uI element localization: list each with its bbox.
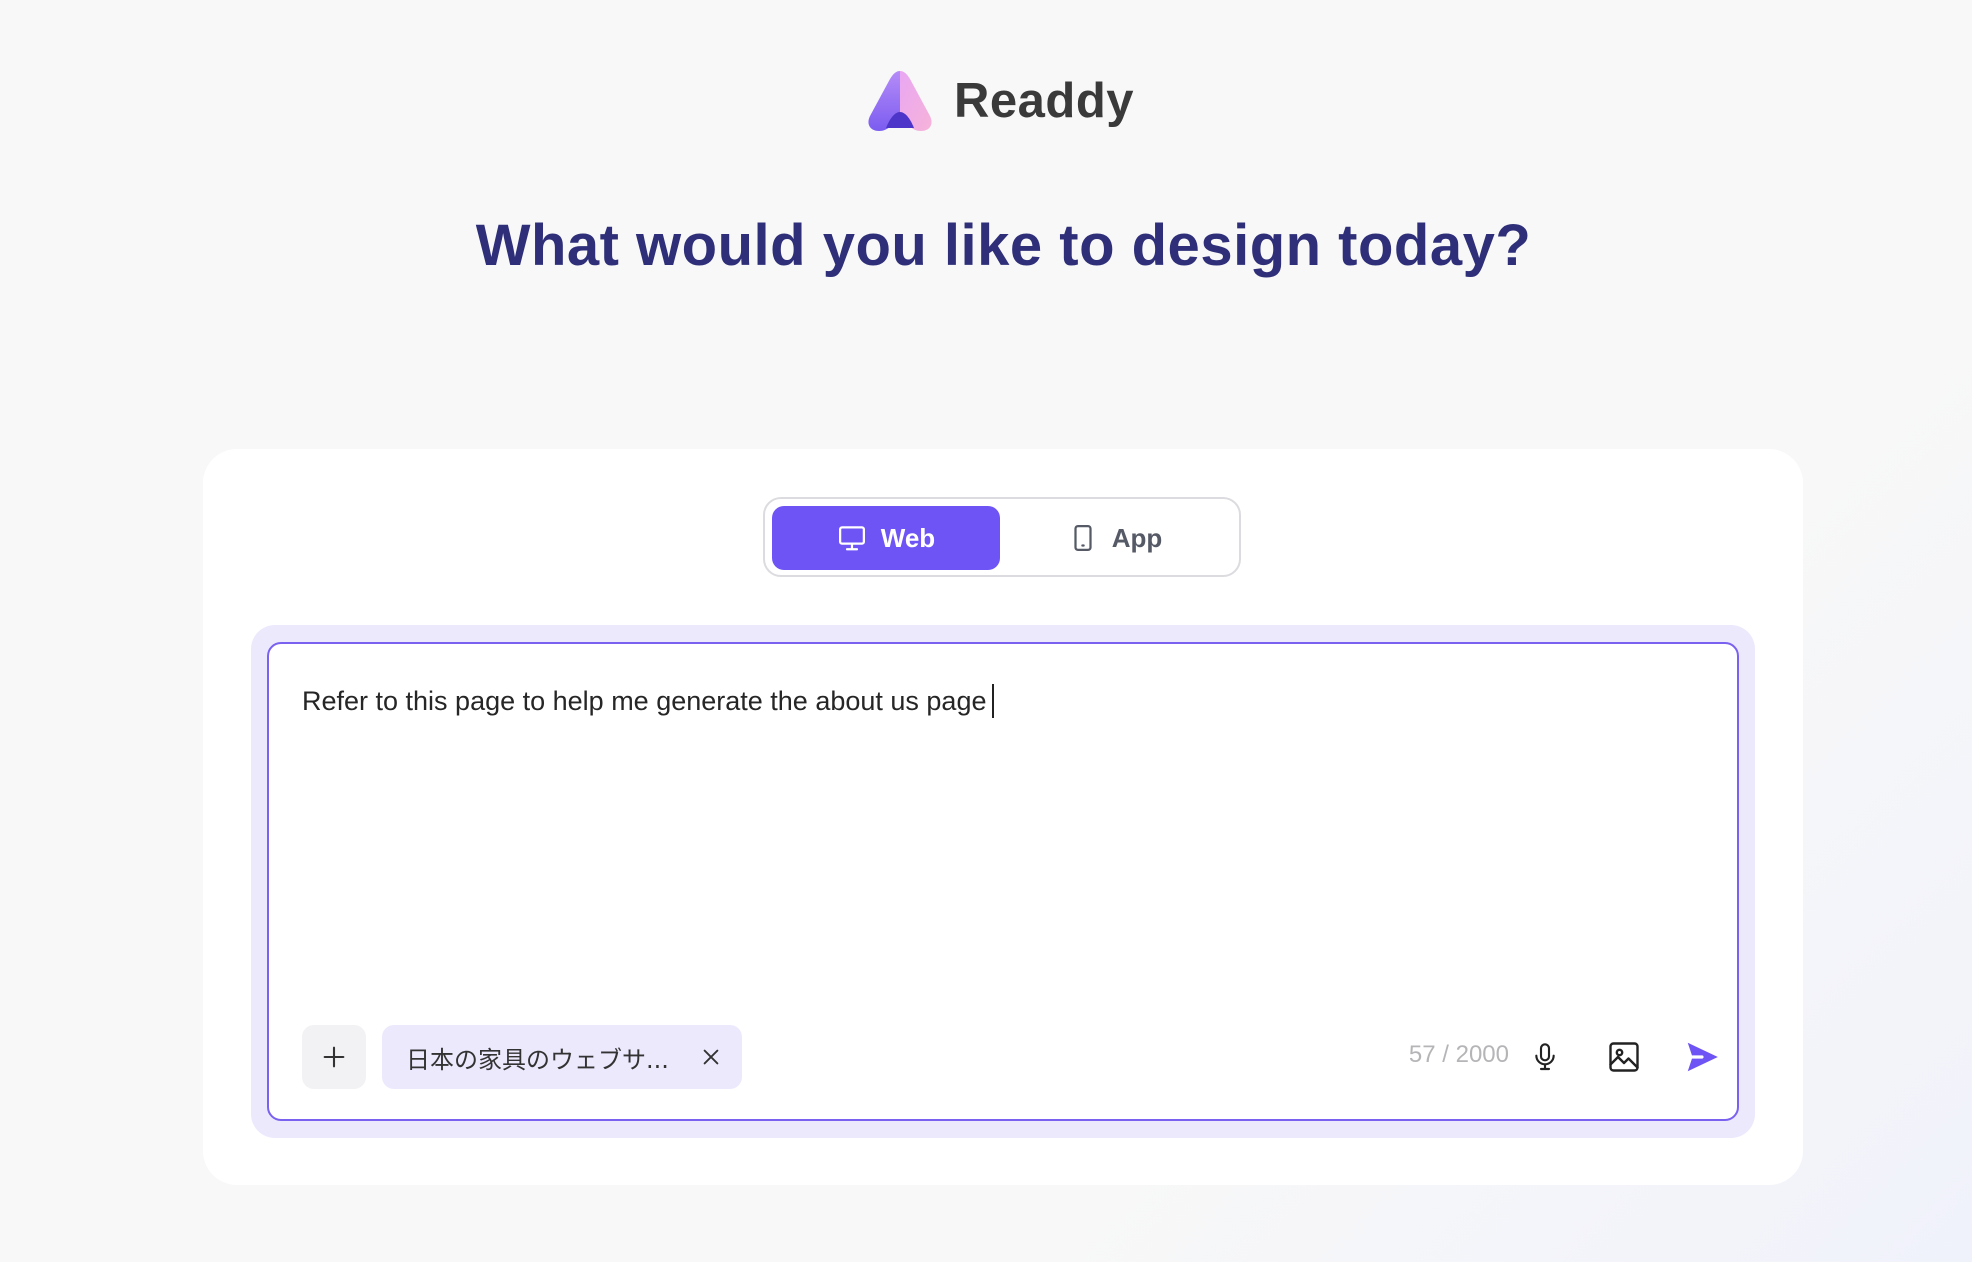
- attachment-chip[interactable]: 日本の家具のウェブサ...: [382, 1025, 742, 1089]
- web-mode-label: Web: [880, 522, 936, 553]
- brand-logo: Readdy: [864, 66, 1134, 136]
- app-mode-label: App: [1111, 522, 1163, 553]
- platform-toggle: Web App: [763, 497, 1241, 577]
- send-icon: [1687, 1042, 1718, 1072]
- prompt-textarea[interactable]: Refer to this page to help me generate t…: [302, 684, 995, 718]
- voice-input-button[interactable]: [1515, 1027, 1575, 1087]
- monitor-icon: [838, 526, 865, 551]
- image-icon: [1609, 1042, 1639, 1072]
- smartphone-icon: [1074, 525, 1092, 551]
- text-caret: [992, 684, 995, 718]
- microphone-icon: [1535, 1043, 1555, 1071]
- close-icon: [703, 1049, 719, 1065]
- upload-image-button[interactable]: [1594, 1027, 1654, 1087]
- prompt-input-box[interactable]: Refer to this page to help me generate t…: [267, 642, 1739, 1121]
- attachment-chip-label: 日本の家具のウェブサ...: [406, 1045, 669, 1074]
- web-mode-button[interactable]: Web: [772, 506, 1000, 570]
- plus-icon: [323, 1046, 345, 1068]
- logo-icon: [868, 71, 932, 131]
- prompt-text-value: Refer to this page to help me generate t…: [302, 685, 987, 716]
- page-headline: What would you like to design today?: [475, 213, 1532, 278]
- brand-name: Readdy: [954, 74, 1135, 128]
- character-counter: 57 / 2000: [1408, 1041, 1509, 1068]
- send-button[interactable]: [1672, 1027, 1732, 1087]
- app-mode-button[interactable]: App: [1001, 506, 1229, 570]
- remove-attachment-button[interactable]: [696, 1042, 726, 1072]
- add-attachment-button[interactable]: [302, 1025, 366, 1089]
